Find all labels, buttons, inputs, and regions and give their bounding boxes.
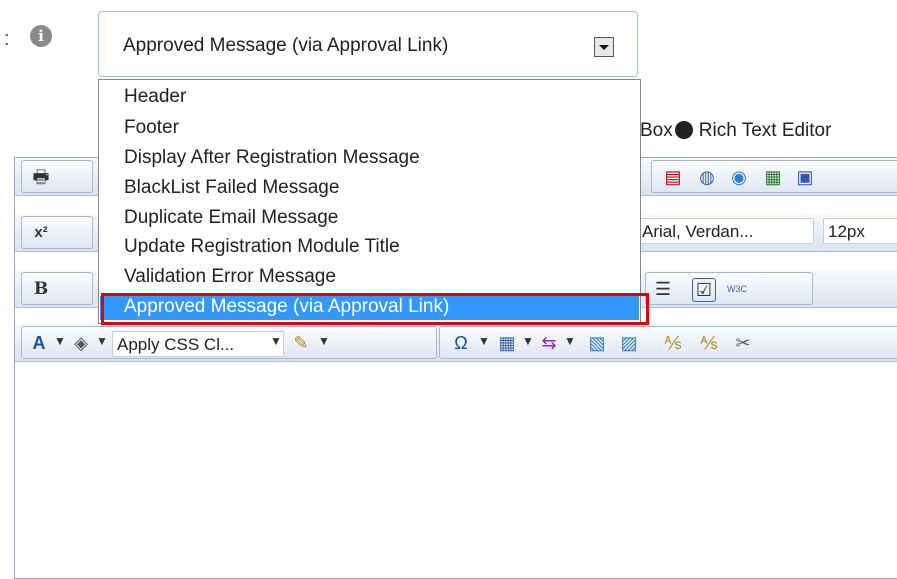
tools-icon[interactable]: ✂: [732, 332, 754, 354]
dropdown-option[interactable]: Header: [100, 86, 639, 110]
toolbar-group: x²: [21, 216, 93, 249]
field-label-fragment: :: [4, 28, 10, 50]
font-color-icon[interactable]: A: [28, 332, 50, 354]
font-size-combo[interactable]: 12px: [823, 218, 897, 244]
text-direction-rtl-icon[interactable]: ⅍: [698, 332, 720, 354]
chevron-down-icon[interactable]: ▼: [96, 334, 108, 348]
format-brush-icon[interactable]: ✎: [290, 332, 312, 354]
symbol-icon[interactable]: Ω: [450, 332, 472, 354]
document-icon[interactable]: ▦: [762, 166, 784, 188]
toolbar-group: ▤ ◍ ◉ ▦ ▣: [651, 160, 897, 193]
basic-textbox-label[interactable]: Box: [640, 120, 673, 141]
flash-icon[interactable]: ◍: [696, 166, 718, 188]
dropdown-option[interactable]: BlackList Failed Message: [100, 177, 639, 201]
highlight-color-icon[interactable]: ◈: [70, 332, 92, 354]
chevron-down-icon[interactable]: ▼: [522, 334, 534, 348]
font-size-value: 12px: [828, 222, 865, 241]
info-icon[interactable]: i: [30, 25, 52, 47]
dropdown-option-selected[interactable]: Approved Message (via Approval Link): [100, 296, 639, 320]
chevron-down-icon[interactable]: ▼: [478, 334, 490, 348]
font-name-combo[interactable]: Arial, Verdan...: [637, 218, 814, 244]
chevron-down-icon[interactable]: ▼: [270, 334, 282, 348]
dropdown-option[interactable]: Validation Error Message: [100, 266, 639, 290]
chevron-down-icon[interactable]: ▼: [54, 334, 66, 348]
chevron-down-icon[interactable]: [594, 37, 614, 57]
dropdown-option[interactable]: Update Registration Module Title: [100, 236, 639, 260]
chevron-down-icon[interactable]: ▼: [564, 334, 576, 348]
toolbar-group: 🖶: [21, 160, 93, 193]
dropdown-option[interactable]: Footer: [100, 117, 639, 141]
select-value: Approved Message (via Approval Link): [123, 35, 449, 56]
rich-text-radio[interactable]: [674, 121, 693, 139]
dropdown-option[interactable]: Duplicate Email Message: [100, 207, 639, 231]
toolbar-group: Ω ▼ ▦ ▼ ⇆ ▼ ▧ ▨ ⅍ ⅍ ✂: [439, 326, 897, 359]
message-type-dropdown: Header Footer Display After Registration…: [98, 79, 641, 324]
design-mode-icon[interactable]: ☑: [692, 278, 716, 302]
dropdown-option[interactable]: Display After Registration Message: [100, 147, 639, 171]
editor-mode-options: Box Rich Text Editor: [640, 120, 831, 142]
toolbar-row-4: A ▼ ◈ ▼ Apply CSS Cl... ▼ ✎ ▼ Ω ▼ ▦ ▼ ⇆ …: [15, 324, 897, 362]
toolbar-group: A ▼ ◈ ▼ Apply CSS Cl... ▼ ✎ ▼: [21, 326, 437, 359]
css-class-combo[interactable]: Apply CSS Cl...: [112, 331, 284, 357]
save-icon[interactable]: ▣: [794, 166, 816, 188]
media-icon[interactable]: ◉: [728, 166, 750, 188]
toolbar-group: B: [21, 272, 93, 305]
rich-text-label[interactable]: Rich Text Editor: [699, 120, 832, 141]
chevron-down-icon[interactable]: ▼: [318, 334, 330, 348]
image-icon[interactable]: ▧: [586, 332, 608, 354]
superscript-icon[interactable]: x²: [30, 222, 52, 244]
toolbar-group: ☰ ☑ W3C: [645, 272, 813, 305]
image-map-icon[interactable]: ▨: [618, 332, 640, 354]
font-name-value: Arial, Verdan...: [642, 222, 754, 241]
paste-word-icon[interactable]: ▤: [662, 166, 684, 188]
print-icon[interactable]: 🖶: [30, 166, 52, 188]
w3c-icon[interactable]: W3C: [726, 278, 748, 300]
text-direction-ltr-icon[interactable]: ⅍: [662, 332, 684, 354]
message-type-select[interactable]: Approved Message (via Approval Link): [98, 11, 638, 77]
bold-icon[interactable]: B: [30, 278, 52, 300]
css-class-value: Apply CSS Cl...: [117, 335, 235, 354]
bullet-list-icon[interactable]: ☰: [652, 278, 674, 300]
form-element-icon[interactable]: ⇆: [538, 332, 560, 354]
table-icon[interactable]: ▦: [496, 332, 518, 354]
